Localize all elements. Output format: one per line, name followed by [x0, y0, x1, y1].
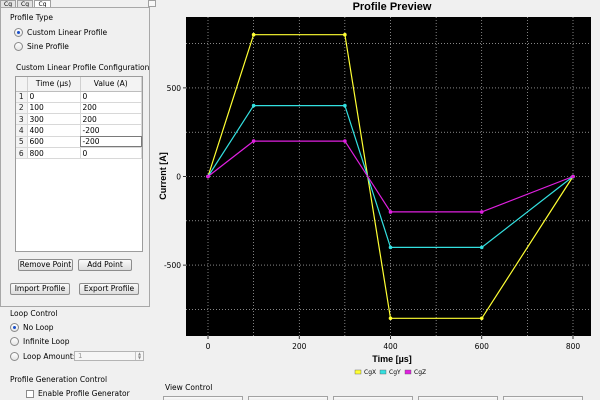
profile-preview-chart: Profile Preview 0 200 400 600 800 -500 0 500 T… — [158, 1, 591, 376]
time-cell[interactable]: 100 — [27, 102, 81, 115]
radio-label: No Loop — [23, 323, 54, 332]
table-row[interactable]: 6 800 0 — [16, 147, 142, 160]
export-profile-button[interactable]: Export Profile — [79, 283, 139, 295]
remove-point-button[interactable]: Remove Point — [18, 259, 73, 271]
value-cell-editing[interactable]: -200 — [80, 136, 142, 148]
radio-sine-profile[interactable]: Sine Profile — [14, 41, 69, 52]
x-tick-label: 600 — [475, 342, 490, 351]
radio-label: Infinite Loop — [23, 337, 70, 346]
value-cell[interactable]: 200 — [80, 113, 142, 126]
table-corner — [16, 77, 28, 92]
x-tick-label: 0 — [206, 342, 211, 351]
data-point-cgz — [206, 174, 210, 179]
x-tick-label: 200 — [292, 342, 307, 351]
table-row[interactable]: 2 100 200 — [16, 102, 142, 115]
time-cell[interactable]: 300 — [27, 113, 81, 126]
profile-type-title: Profile Type — [10, 13, 53, 22]
row-index: 2 — [16, 102, 28, 115]
time-cell[interactable]: 400 — [27, 124, 81, 137]
radio-loop-amount[interactable]: Loop Amount: — [10, 351, 75, 362]
radio-infinite-loop[interactable]: Infinite Loop — [10, 336, 69, 347]
column-header-value[interactable]: Value (A) — [80, 77, 142, 92]
view-control-button[interactable] — [333, 396, 413, 400]
data-point-cgx — [388, 316, 393, 321]
loop-control-title: Loop Control — [10, 309, 58, 318]
checkbox-icon[interactable] — [26, 389, 34, 398]
table-row[interactable]: 5 600 -200 — [16, 136, 142, 148]
radio-selected-icon[interactable] — [10, 323, 19, 332]
enable-generator-checkbox[interactable]: Enable Profile Generator — [26, 389, 130, 398]
time-cell[interactable]: 0 — [27, 91, 81, 103]
legend-label: CgY — [389, 369, 401, 376]
row-index: 3 — [16, 113, 28, 126]
y-axis-label: Current [A] — [158, 152, 168, 200]
table-row[interactable]: 3 300 200 — [16, 113, 142, 126]
row-index: 6 — [16, 147, 28, 160]
loop-amount-value: 1 — [78, 352, 83, 360]
table-row[interactable]: 4 400 -200 — [16, 124, 142, 137]
data-point-cgz — [571, 174, 575, 179]
radio-custom-linear-profile[interactable]: Custom Linear Profile — [14, 27, 107, 38]
data-point-cgz — [251, 139, 256, 143]
data-point-cgy — [388, 245, 393, 250]
view-control-button[interactable] — [418, 396, 498, 400]
table-row[interactable]: 1 0 0 — [16, 91, 142, 103]
add-point-button[interactable]: Add Point — [78, 259, 132, 271]
value-cell[interactable]: 0 — [80, 91, 142, 103]
legend-label: CgX — [364, 369, 376, 376]
row-index: 5 — [16, 136, 28, 148]
data-point-cgx — [343, 32, 347, 37]
data-point-cgz — [343, 139, 347, 143]
radio-label: Custom Linear Profile — [27, 28, 108, 37]
row-index: 4 — [16, 124, 28, 137]
import-profile-button[interactable]: Import Profile — [10, 283, 70, 295]
legend-swatch — [379, 369, 387, 375]
legend-label: CgZ — [414, 369, 426, 376]
view-control-button[interactable] — [248, 396, 328, 400]
legend-swatch — [354, 369, 362, 375]
x-axis-label: Time [µs] — [372, 354, 412, 364]
data-point-cgx — [479, 316, 484, 321]
x-tick-labels: 0 200 400 600 800 — [206, 342, 581, 351]
data-point-cgy — [251, 103, 256, 108]
profile-points-table[interactable]: Time (µs) Value (A) 1 0 0 2 100 200 3 30… — [15, 76, 143, 252]
time-cell[interactable]: 800 — [27, 147, 81, 160]
column-header-time[interactable]: Time (µs) — [27, 77, 81, 92]
value-cell[interactable]: -200 — [80, 124, 142, 137]
radio-no-loop[interactable]: No Loop — [10, 322, 54, 333]
time-cell[interactable]: 600 — [27, 136, 81, 148]
spin-arrows-icon[interactable]: ▲ ▼ — [135, 352, 143, 360]
view-control-button[interactable] — [503, 396, 583, 400]
generation-control-title: Profile Generation Control — [10, 375, 108, 384]
data-point-cgy — [343, 103, 347, 108]
x-tick-label: 800 — [566, 342, 581, 351]
y-tick-label: 500 — [167, 84, 182, 93]
radio-unselected-icon[interactable] — [14, 42, 23, 51]
radio-selected-icon[interactable] — [14, 28, 23, 37]
radio-label: Sine Profile — [27, 42, 69, 51]
checkbox-label: Enable Profile Generator — [38, 389, 130, 398]
x-tick-label: 400 — [383, 342, 398, 351]
loop-amount-spinbox[interactable]: 1 ▲ ▼ — [74, 351, 144, 361]
data-point-cgz — [479, 210, 484, 214]
data-point-cgx — [251, 32, 256, 37]
radio-unselected-icon[interactable] — [10, 337, 19, 346]
data-point-cgz — [388, 210, 393, 214]
legend-swatch — [404, 369, 412, 375]
value-cell[interactable]: 200 — [80, 102, 142, 115]
y-tick-label: -500 — [164, 261, 181, 270]
row-index: 1 — [16, 91, 28, 103]
value-cell[interactable]: 0 — [80, 147, 142, 160]
radio-unselected-icon[interactable] — [10, 352, 19, 361]
y-tick-label: 0 — [176, 173, 181, 182]
chart-title: Profile Preview — [353, 1, 432, 13]
data-point-cgy — [479, 245, 484, 250]
chart-legend: CgX CgY CgZ — [354, 369, 426, 376]
radio-label: Loop Amount: — [23, 352, 76, 361]
custom-profile-title: Custom Linear Profile Configuration — [16, 63, 150, 72]
view-control-title: View Control — [165, 383, 213, 392]
view-control-button[interactable] — [163, 396, 243, 400]
